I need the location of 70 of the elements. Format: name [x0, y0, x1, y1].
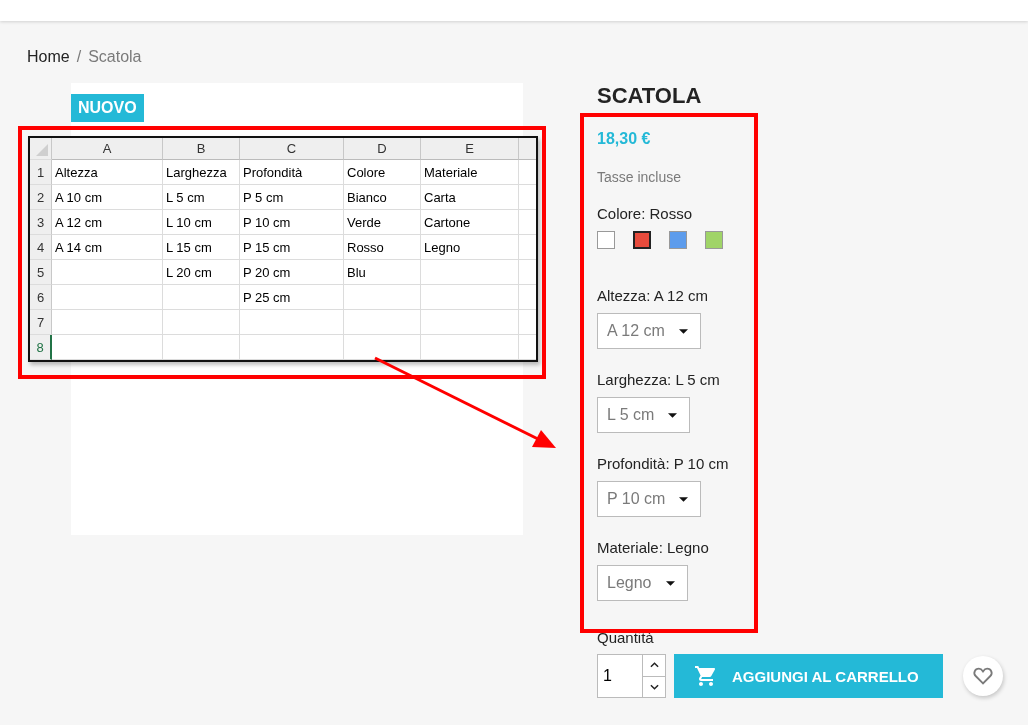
column-header: A [52, 138, 163, 160]
row-header: 4 [30, 235, 52, 260]
quantity-input[interactable]: 1 [597, 654, 643, 698]
row-header: 3 [30, 210, 52, 235]
heart-icon [972, 665, 994, 687]
color-swatch[interactable] [597, 231, 615, 249]
corner-triangle-icon [36, 144, 48, 156]
breadcrumb-link[interactable]: Scatola [88, 48, 142, 66]
table-cell: Profondità [240, 160, 344, 185]
color-label: Colore: Rosso [597, 205, 694, 222]
attribute-dropdown[interactable]: L 5 cm [597, 397, 691, 433]
table-cell: A 10 cm [52, 185, 163, 210]
column-header: E [421, 138, 519, 160]
table-cell: Verde [344, 210, 421, 235]
row-header: 7 [30, 310, 52, 335]
chevron-down-icon [649, 683, 659, 690]
attribute-label: Materiale: Legno [597, 539, 710, 556]
product-price: 18,30 € [597, 130, 652, 148]
column-header: B [163, 138, 240, 160]
caret-icon [668, 412, 678, 418]
row-header: 8 [30, 335, 52, 360]
attribute-dropdown[interactable]: A 12 cm [597, 313, 701, 349]
table-cell: L 5 cm [163, 185, 240, 210]
chevron-up-icon [649, 662, 659, 669]
table-cell: Legno [421, 235, 519, 260]
caret-icon [678, 328, 688, 334]
row-header: 6 [30, 285, 52, 310]
add-to-cart-button[interactable]: AGGIUNGI AL CARRELLO [674, 654, 943, 698]
attribute-dropdown[interactable]: Legno [597, 565, 688, 601]
caret-icon [665, 580, 675, 586]
attribute-dropdown[interactable]: P 10 cm [597, 481, 702, 517]
table-cell: L 20 cm [163, 260, 240, 285]
attribute-label: Larghezza: L 5 cm [597, 371, 721, 388]
color-swatch[interactable] [633, 231, 651, 249]
quantity-label: Quantità [597, 629, 655, 646]
new-badge: NUOVO [71, 94, 144, 122]
table-cell: Materiale [421, 160, 519, 185]
table-cell: A 14 cm [52, 235, 163, 260]
column-header: C [240, 138, 344, 160]
table-cell: Altezza [52, 160, 163, 185]
row-header: 2 [30, 185, 52, 210]
attribute-label: Profondità: P 10 cm [597, 455, 730, 472]
table-cell: Cartone [421, 210, 519, 235]
row-header: 5 [30, 260, 52, 285]
table-cell: P 10 cm [240, 210, 344, 235]
table-cell: Larghezza [163, 160, 240, 185]
wishlist-button[interactable] [963, 656, 1003, 696]
table-cell: P 15 cm [240, 235, 344, 260]
product-title: SCATOLA [597, 83, 703, 109]
cart-icon [694, 664, 718, 688]
attribute-label: Altezza: A 12 cm [597, 287, 709, 304]
caret-icon [679, 496, 689, 502]
tax-note: Tasse incluse [597, 169, 683, 185]
color-swatch[interactable] [669, 231, 687, 249]
table-cell: P 20 cm [240, 260, 344, 285]
breadcrumb-link[interactable]: Home [27, 48, 70, 66]
table-cell: A 12 cm [52, 210, 163, 235]
table-cell: P 25 cm [240, 285, 344, 310]
table-cell: Bianco [344, 185, 421, 210]
row-header: 1 [30, 160, 52, 185]
table-cell: L 10 cm [163, 210, 240, 235]
table-cell: L 15 cm [163, 235, 240, 260]
breadcrumb-separator: / [76, 48, 82, 66]
column-header: D [344, 138, 421, 160]
table-cell: Blu [344, 260, 421, 285]
table-cell: Rosso [344, 235, 421, 260]
table-cell: Carta [421, 185, 519, 210]
color-swatch[interactable] [705, 231, 723, 249]
table-cell: Colore [344, 160, 421, 185]
table-cell: P 5 cm [240, 185, 344, 210]
